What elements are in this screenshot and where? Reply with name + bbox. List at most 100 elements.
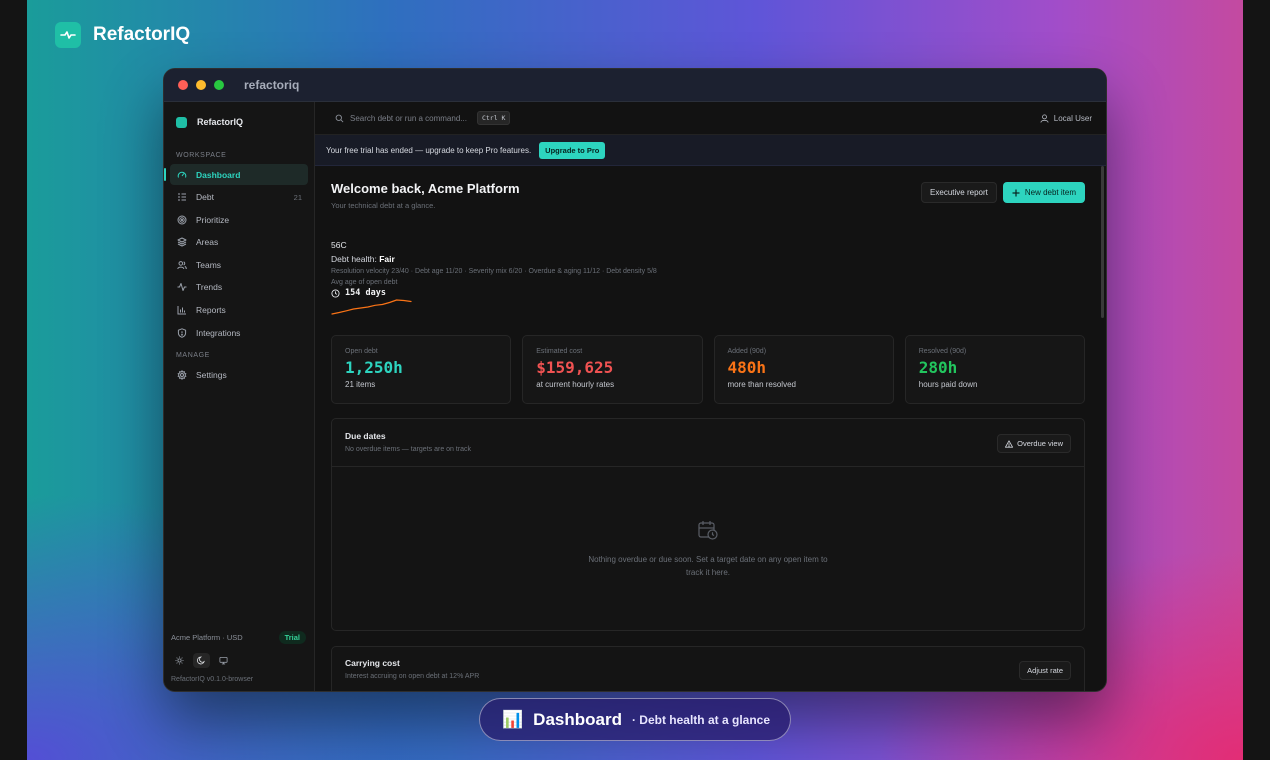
sidebar-item-reports[interactable]: Reports [170, 300, 308, 321]
command-search[interactable]: Search debt or run a command... Ctrl K [335, 111, 511, 125]
gear-icon [176, 369, 188, 381]
gauge-icon [176, 169, 188, 181]
sidebar-item-debt[interactable]: Debt 21 [170, 187, 308, 208]
stat-value: 280h [918, 358, 958, 377]
bar-chart-icon [176, 304, 188, 316]
sidebar-item-areas[interactable]: Areas [170, 232, 308, 253]
minimize-window-button[interactable] [196, 80, 206, 90]
stat-label: Estimated cost [536, 348, 583, 355]
sidebar-item-label: Debt [196, 192, 214, 203]
debt-count-badge: 21 [293, 192, 302, 202]
app-window: refactoriq RefactorIQ WORKSPACE Dashboar… [163, 68, 1107, 692]
sidebar-item-label: Trends [196, 282, 223, 293]
stat-card-open-debt: Open debt 1,250h 21 items [331, 335, 512, 404]
sidebar-section-workspace: WORKSPACE [176, 152, 227, 159]
app-version: RefactorIQ v0.1.0-browser [171, 676, 254, 683]
panel-subtitle: Interest accruing on open debt at 12% AP… [345, 673, 480, 680]
org-name: Acme Platform · USD [171, 633, 243, 642]
sidebar-item-integrations[interactable]: Integrations [170, 322, 308, 343]
panel-subtitle: No overdue items — targets are on track [345, 446, 472, 453]
maximize-window-button[interactable] [214, 80, 224, 90]
welcome-header: Welcome back, Acme Platform Your technic… [331, 181, 1085, 210]
overdue-view-label: Overdue view [1017, 439, 1063, 448]
stat-value: 1,250h [345, 358, 403, 377]
activity-icon [176, 281, 188, 293]
caption-title: Dashboard [533, 709, 622, 729]
sidebar-brand[interactable]: RefactorIQ [164, 114, 314, 130]
sidebar-item-label: Areas [196, 237, 219, 248]
system-theme-button[interactable] [215, 653, 232, 668]
debt-health-section: 56C Debt health: Fair Resolution velocit… [331, 240, 1085, 322]
dark-theme-button[interactable] [193, 653, 210, 668]
stat-sub: at current hourly rates [536, 380, 615, 389]
stat-card-resolved: Resolved (90d) 280h hours paid down [904, 335, 1085, 404]
health-label: Debt health: Fair [331, 254, 395, 264]
sidebar-item-label: Dashboard [196, 169, 241, 180]
stat-label: Open debt [345, 348, 378, 355]
sidebar-item-prioritize[interactable]: Prioritize [170, 209, 308, 230]
plus-icon [1012, 189, 1020, 196]
brand-header: RefactorIQ [55, 22, 190, 48]
search-icon [335, 114, 344, 122]
content-scrollbar[interactable] [1101, 166, 1104, 318]
sidebar-item-trends[interactable]: Trends [170, 277, 308, 298]
stat-sub: more than resolved [727, 380, 796, 389]
sidebar-item-settings[interactable]: Settings [170, 364, 308, 385]
sidebar-item-dashboard[interactable]: Dashboard [164, 164, 308, 185]
sidebar-footer: Acme Platform · USD Trial RefactorIQ v0.… [164, 631, 314, 691]
stat-sub: hours paid down [918, 380, 978, 389]
adjust-rate-button[interactable]: Adjust rate [1019, 661, 1071, 680]
trial-banner: Your free trial has ended — upgrade to k… [315, 135, 1106, 166]
user-menu[interactable]: Local User [1040, 114, 1092, 123]
window-title: refactoriq [244, 78, 300, 92]
sidebar-item-label: Teams [196, 259, 222, 270]
panel-title: Carrying cost [345, 658, 400, 668]
app-body: RefactorIQ WORKSPACE Dashboard Debt 21 P… [164, 102, 1106, 691]
age-trend-sparkline [331, 299, 412, 315]
new-debt-item-label: New debt item [1024, 188, 1076, 197]
window-titlebar: refactoriq [164, 69, 1106, 102]
panel-title: Due dates [345, 431, 386, 441]
sidebar: RefactorIQ WORKSPACE Dashboard Debt 21 P… [164, 102, 315, 691]
trial-badge: Trial [278, 631, 306, 644]
avg-age-value: 154 days [345, 288, 386, 298]
user-icon [1040, 113, 1049, 123]
upgrade-button[interactable]: Upgrade to Pro [539, 141, 606, 159]
sidebar-item-label: Reports [196, 305, 226, 316]
feature-caption: 📊 Dashboard · Debt health at a glance [479, 698, 791, 741]
search-placeholder: Search debt or run a command... [350, 113, 467, 123]
stats-row: Open debt 1,250h 21 items Estimated cost… [331, 335, 1085, 404]
due-dates-empty-state: Nothing overdue or due soon. Set a targe… [332, 467, 1084, 630]
caption-subtitle: · Debt health at a glance [631, 712, 770, 727]
stat-card-added: Added (90d) 480h more than resolved [713, 335, 894, 404]
app-logo-icon [176, 116, 187, 128]
close-window-button[interactable] [178, 80, 188, 90]
list-icon [176, 191, 188, 203]
avg-age-label: Avg age of open debt [331, 279, 398, 286]
theme-switcher [171, 653, 306, 668]
sun-icon [175, 656, 184, 665]
stat-value: $159,625 [536, 358, 614, 377]
health-rating: Fair [379, 254, 395, 264]
main-content: Search debt or run a command... Ctrl K L… [315, 102, 1106, 691]
clock-icon [331, 288, 340, 298]
trial-banner-text: Your free trial has ended — upgrade to k… [326, 145, 532, 155]
workspace-org[interactable]: Acme Platform · USD Trial [171, 631, 306, 644]
stat-sub: 21 items [345, 380, 376, 389]
sidebar-item-teams[interactable]: Teams [170, 254, 308, 275]
header-actions: Executive report New debt item [921, 182, 1085, 203]
stat-label: Added (90d) [727, 348, 767, 355]
overdue-view-button[interactable]: Overdue view [997, 434, 1071, 453]
sidebar-item-label: Prioritize [196, 214, 230, 225]
new-debt-item-button[interactable]: New debt item [1002, 182, 1085, 203]
pulse-logo-icon [55, 22, 81, 48]
light-theme-button[interactable] [171, 653, 188, 668]
empty-state-text: Nothing overdue or due soon. Set a targe… [588, 554, 828, 577]
carrying-cost-panel: Carrying cost Interest accruing on open … [331, 646, 1085, 691]
page-subtitle: Your technical debt at a glance. [331, 201, 436, 210]
sidebar-item-label: Integrations [196, 327, 241, 338]
sidebar-item-label: Settings [196, 369, 227, 380]
monitor-icon [219, 656, 228, 665]
executive-report-button[interactable]: Executive report [921, 182, 997, 203]
layers-icon [176, 236, 188, 248]
